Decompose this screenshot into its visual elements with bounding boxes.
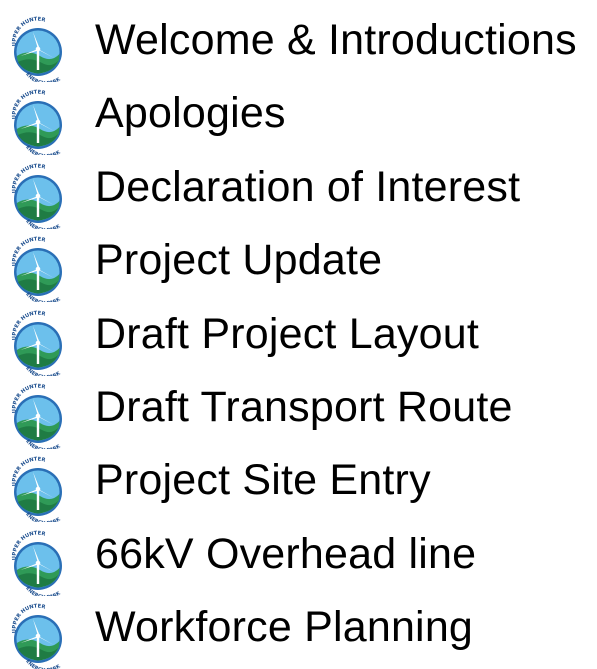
agenda-item: UPPER HUNTER ENERGY PARK 66kV Overhead l… — [4, 524, 594, 596]
agenda-item: UPPER HUNTER ENERGY PARK Draft Project L… — [4, 304, 594, 376]
upper-hunter-energy-park-logo-icon: UPPER HUNTER ENERGY PARK — [4, 16, 74, 82]
agenda-item: UPPER HUNTER ENERGY PARK Draft Transport… — [4, 377, 594, 449]
agenda-item-label: Project Site Entry — [95, 456, 431, 505]
agenda-item-label: Welcome & Introductions — [95, 16, 577, 64]
agenda-item-label: Declaration of Interest — [95, 162, 521, 211]
upper-hunter-energy-park-logo-icon: UPPER HUNTER ENERGY PARK — [4, 89, 74, 156]
agenda-list: UPPER HUNTER ENERGY PARK Welcome & Intro… — [0, 0, 597, 669]
agenda-item-label: Project Update — [95, 236, 383, 285]
agenda-item: UPPER HUNTER ENERGY PARK Declaration of … — [4, 157, 594, 229]
upper-hunter-energy-park-logo-icon: UPPER HUNTER ENERGY PARK — [4, 603, 74, 669]
upper-hunter-energy-park-logo-icon: UPPER HUNTER ENERGY PARK — [4, 530, 74, 596]
agenda-item: UPPER HUNTER ENERGY PARK Project Update — [4, 230, 594, 302]
agenda-item-label: 66kV Overhead line — [95, 529, 477, 578]
upper-hunter-energy-park-logo-icon: UPPER HUNTER ENERGY PARK — [4, 456, 74, 523]
agenda-item: UPPER HUNTER ENERGY PARK Project Site En… — [4, 450, 594, 522]
agenda-item: UPPER HUNTER ENERGY PARK Workforce Plann… — [4, 597, 594, 669]
agenda-item: UPPER HUNTER ENERGY PARK Welcome & Intro… — [4, 10, 594, 82]
agenda-item-label: Draft Transport Route — [95, 383, 513, 431]
agenda-item-label: Draft Project Layout — [95, 309, 480, 358]
upper-hunter-energy-park-logo-icon: UPPER HUNTER ENERGY PARK — [4, 310, 74, 376]
agenda-item-label: Workforce Planning — [95, 603, 474, 652]
agenda-item-label: Apologies — [95, 89, 286, 138]
upper-hunter-energy-park-logo-icon: UPPER HUNTER ENERGY PARK — [4, 236, 74, 303]
upper-hunter-energy-park-logo-icon: UPPER HUNTER ENERGY PARK — [4, 163, 74, 229]
upper-hunter-energy-park-logo-icon: UPPER HUNTER ENERGY PARK — [4, 383, 74, 449]
agenda-item: UPPER HUNTER ENERGY PARK Apologies — [4, 83, 594, 155]
